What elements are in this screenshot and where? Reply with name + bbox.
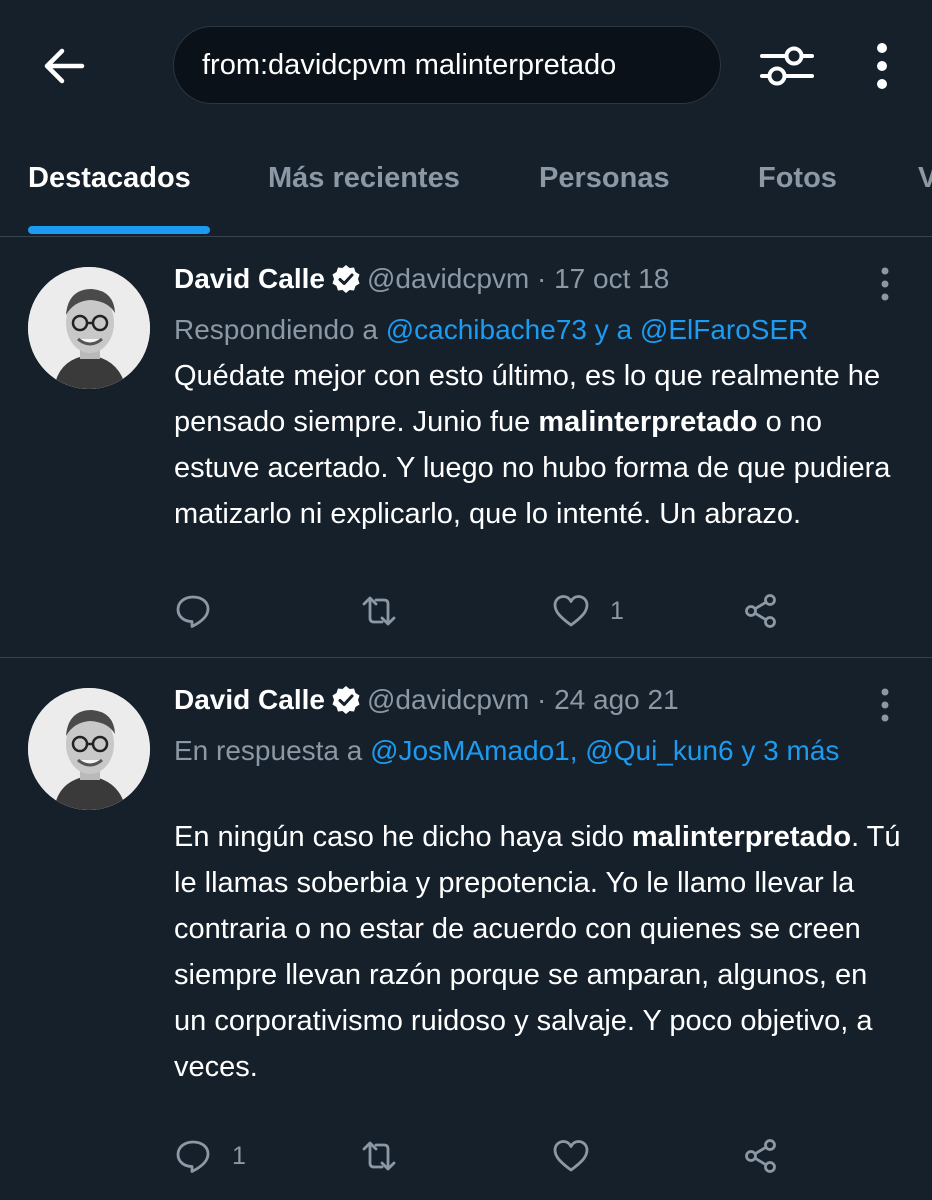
tweet-menu-button[interactable] <box>872 265 898 305</box>
reply-button[interactable]: 1 <box>174 1132 246 1180</box>
tweet-text: En ningún caso he dicho haya sido malint… <box>174 814 904 1090</box>
search-input[interactable]: from:davidcpvm malinterpretado <box>173 26 721 104</box>
tweet-text: Quédate mejor con esto último, es lo que… <box>174 353 904 537</box>
tweet-text-part: En ningún caso he dicho haya sido <box>174 821 632 853</box>
avatar[interactable] <box>28 688 150 810</box>
avatar-photo <box>28 688 150 810</box>
like-button[interactable]: 1 <box>552 587 624 635</box>
tweet-text-part: . Tú le llamas soberbia y prepotencia. Y… <box>174 821 901 1083</box>
avatar[interactable] <box>28 267 150 389</box>
sliders-icon <box>760 46 814 86</box>
tweet-date[interactable]: · 24 ago 21 <box>537 684 679 715</box>
top-bar: from:davidcpvm malinterpretado <box>0 0 932 130</box>
mention-link[interactable]: @JosMAmado1, @Qui_kun6 y 3 más <box>370 735 839 766</box>
verified-badge-icon <box>332 686 360 714</box>
reply-button[interactable] <box>174 587 232 635</box>
tab-partial[interactable]: V <box>918 162 932 195</box>
search-results-screen: from:davidcpvm malinterpretado Destacado… <box>0 0 932 1200</box>
back-button[interactable] <box>38 40 90 92</box>
heart-icon <box>553 595 589 627</box>
mention-link[interactable]: @ElFaroSER <box>640 314 808 345</box>
author-name[interactable]: David Calle <box>174 263 325 294</box>
tab-mas-recientes[interactable]: Más recientes <box>268 162 460 195</box>
active-tab-indicator <box>28 226 210 234</box>
author-handle[interactable]: @davidcpvm <box>367 684 529 715</box>
search-term-highlight: malinterpretado <box>538 406 758 438</box>
tweet-header: David Calle @davidcpvm · 24 ago 21 <box>174 680 679 720</box>
tab-fotos[interactable]: Fotos <box>758 162 837 195</box>
tab-personas[interactable]: Personas <box>539 162 670 195</box>
retweet-button[interactable] <box>360 587 418 635</box>
like-count: 1 <box>610 596 624 625</box>
verified-badge-icon <box>332 265 360 293</box>
vertical-dots-icon <box>881 688 889 722</box>
tweet-actions: 1 <box>174 1132 894 1180</box>
tweet[interactable]: David Calle @davidcpvm · 24 ago 21 En re… <box>0 658 932 1200</box>
search-query: from:davidcpvm malinterpretado <box>202 49 617 81</box>
heart-icon <box>553 1140 589 1172</box>
tab-destacados[interactable]: Destacados <box>28 162 191 195</box>
mention-link[interactable]: @cachibache73 <box>386 314 587 345</box>
tweet[interactable]: David Calle @davidcpvm · 17 oct 18 Respo… <box>0 237 932 658</box>
share-button[interactable] <box>742 587 780 635</box>
share-icon <box>745 1139 776 1173</box>
vertical-dots-icon <box>877 43 887 89</box>
reply-count: 1 <box>232 1141 246 1170</box>
retweet-icon <box>362 1141 396 1171</box>
replying-to-label: Respondiendo a <box>174 314 386 345</box>
author-handle[interactable]: @davidcpvm <box>367 263 529 294</box>
vertical-dots-icon <box>881 267 889 301</box>
retweet-button[interactable] <box>360 1132 418 1180</box>
replying-to: En respuesta a @JosMAmado1, @Qui_kun6 y … <box>174 730 894 772</box>
replying-to: Respondiendo a @cachibache73 y a @ElFaro… <box>174 309 894 351</box>
search-term-highlight: malinterpretado <box>631 821 852 853</box>
search-filters-button[interactable] <box>758 40 816 92</box>
search-tabs: Destacados Más recientes Personas Fotos … <box>0 140 932 237</box>
retweet-icon <box>362 596 396 626</box>
like-button[interactable] <box>552 1132 610 1180</box>
tweet-date[interactable]: · 17 oct 18 <box>537 263 669 294</box>
tweet-menu-button[interactable] <box>872 686 898 726</box>
avatar-photo <box>28 267 150 389</box>
share-icon <box>745 594 776 628</box>
replying-to-label: En respuesta a <box>174 735 371 766</box>
more-options-button[interactable] <box>862 38 902 94</box>
speech-bubble-icon <box>176 1140 210 1173</box>
tweet-actions: 1 <box>174 587 894 635</box>
arrow-left-icon <box>44 48 85 84</box>
author-name[interactable]: David Calle <box>174 684 325 715</box>
tweet-header: David Calle @davidcpvm · 17 oct 18 <box>174 259 669 299</box>
share-button[interactable] <box>742 1132 780 1180</box>
speech-bubble-icon <box>176 595 210 628</box>
mention-joiner: y a <box>586 314 640 345</box>
